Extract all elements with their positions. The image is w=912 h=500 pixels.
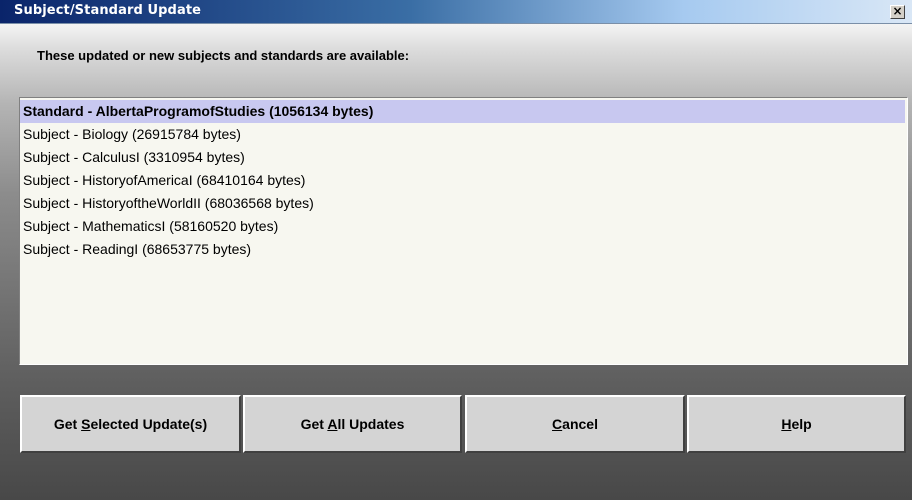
get-selected-updates-button[interactable]: Get Selected Update(s) (20, 395, 241, 453)
cancel-button[interactable]: Cancel (465, 395, 685, 453)
button-label: Help (781, 416, 812, 432)
close-button[interactable]: × (890, 5, 905, 19)
list-item[interactable]: Subject - Biology (26915784 bytes) (20, 123, 907, 146)
button-label: Cancel (552, 416, 598, 432)
button-label: Get Selected Update(s) (53, 416, 208, 432)
list-item[interactable]: Subject - MathematicsI (58160520 bytes) (20, 215, 907, 238)
window-title: Subject/Standard Update (14, 3, 202, 18)
updates-list[interactable]: Standard - AlbertaProgramofStudies (1056… (19, 97, 908, 365)
list-item[interactable]: Standard - AlbertaProgramofStudies (1056… (20, 100, 905, 123)
title-bar: Subject/Standard Update × (0, 0, 912, 24)
list-item[interactable]: Subject - ReadingI (68653775 bytes) (20, 238, 907, 261)
available-updates-label: These updated or new subjects and standa… (37, 48, 410, 63)
help-button[interactable]: Help (687, 395, 906, 453)
get-all-updates-button[interactable]: Get All Updates (243, 395, 462, 453)
close-icon: × (892, 4, 903, 18)
button-row: Get Selected Update(s) Get All Updates C… (20, 395, 906, 453)
button-label: Get All Updates (300, 416, 405, 432)
list-item[interactable]: Subject - HistoryoftheWorldII (68036568 … (20, 192, 907, 215)
list-item[interactable]: Subject - CalculusI (3310954 bytes) (20, 146, 907, 169)
list-item[interactable]: Subject - HistoryofAmericaI (68410164 by… (20, 169, 907, 192)
